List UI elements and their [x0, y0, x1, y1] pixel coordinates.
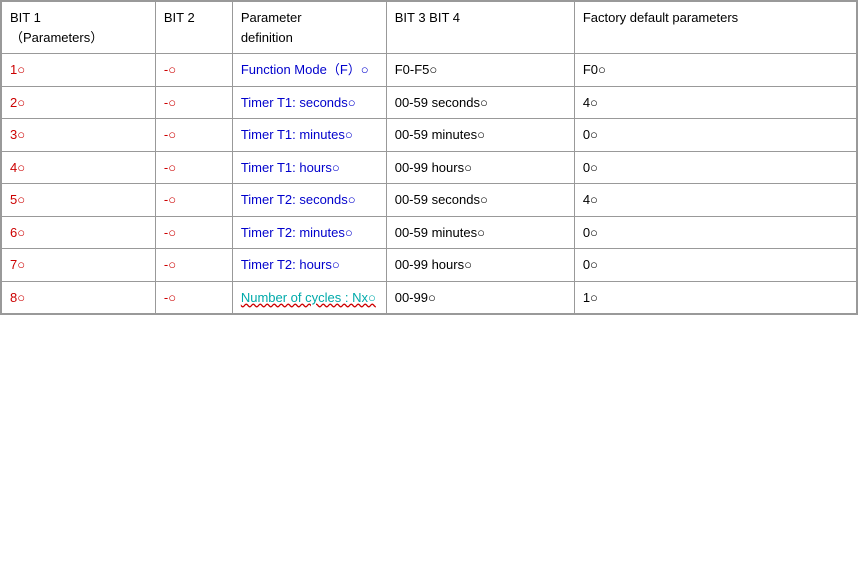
- table-row: 1○-○Function Mode（F）○F0-F5○F0○: [2, 54, 857, 87]
- header-bit2: BIT 2: [155, 2, 232, 54]
- cell-param: Timer T2: minutes○: [232, 216, 386, 249]
- table-row: 5○-○Timer T2: seconds○00-59 seconds○4○: [2, 184, 857, 217]
- cell-bit2: -○: [155, 86, 232, 119]
- cell-bit1: 5○: [2, 184, 156, 217]
- cell-bit1: 7○: [2, 249, 156, 282]
- cell-bit2: -○: [155, 119, 232, 152]
- cell-bit2: -○: [155, 151, 232, 184]
- header-bit1-text: BIT 1 （Parameters）: [10, 10, 103, 45]
- cell-factory: 1○: [574, 281, 856, 314]
- table-row: 4○-○Timer T1: hours○00-99 hours○0○: [2, 151, 857, 184]
- cell-bit2: -○: [155, 54, 232, 87]
- table-row: 8○-○Number of cycles : Nx○00-99○1○: [2, 281, 857, 314]
- table-row: 3○-○Timer T1: minutes○00-59 minutes○0○: [2, 119, 857, 152]
- cell-factory: F0○: [574, 54, 856, 87]
- header-factory: Factory default parameters: [574, 2, 856, 54]
- main-table-container: BIT 1 （Parameters） BIT 2 Parameter defin…: [0, 0, 858, 315]
- cell-bit2: -○: [155, 216, 232, 249]
- table-row: 2○-○Timer T1: seconds○00-59 seconds○4○: [2, 86, 857, 119]
- cell-bit1: 4○: [2, 151, 156, 184]
- cell-factory: 0○: [574, 119, 856, 152]
- cell-bit1: 1○: [2, 54, 156, 87]
- cell-bit34: 00-59 minutes○: [386, 119, 574, 152]
- cell-factory: 0○: [574, 216, 856, 249]
- table-header-row: BIT 1 （Parameters） BIT 2 Parameter defin…: [2, 2, 857, 54]
- cell-param: Timer T1: minutes○: [232, 119, 386, 152]
- cell-bit34: 00-99 hours○: [386, 151, 574, 184]
- cell-bit2: -○: [155, 249, 232, 282]
- cell-bit1: 6○: [2, 216, 156, 249]
- cell-factory: 0○: [574, 249, 856, 282]
- table-row: 7○-○Timer T2: hours○00-99 hours○0○: [2, 249, 857, 282]
- header-factory-text: Factory default parameters: [583, 10, 738, 25]
- cell-factory: 4○: [574, 184, 856, 217]
- header-bit34: BIT 3 BIT 4: [386, 2, 574, 54]
- cell-bit34: F0-F5○: [386, 54, 574, 87]
- header-param: Parameter definition: [232, 2, 386, 54]
- cell-bit2: -○: [155, 281, 232, 314]
- cell-bit34: 00-59 seconds○: [386, 86, 574, 119]
- cell-bit34: 00-59 minutes○: [386, 216, 574, 249]
- cell-param: Timer T2: seconds○: [232, 184, 386, 217]
- table-body: 1○-○Function Mode（F）○F0-F5○F0○2○-○Timer …: [2, 54, 857, 314]
- cell-bit34: 00-59 seconds○: [386, 184, 574, 217]
- cell-bit1: 3○: [2, 119, 156, 152]
- cell-bit34: 00-99○: [386, 281, 574, 314]
- cell-bit1: 8○: [2, 281, 156, 314]
- cell-factory: 0○: [574, 151, 856, 184]
- cell-param: Number of cycles : Nx○: [232, 281, 386, 314]
- cell-bit1: 2○: [2, 86, 156, 119]
- table-row: 6○-○Timer T2: minutes○00-59 minutes○0○: [2, 216, 857, 249]
- parameters-table: BIT 1 （Parameters） BIT 2 Parameter defin…: [1, 1, 857, 314]
- cell-bit2: -○: [155, 184, 232, 217]
- cell-factory: 4○: [574, 86, 856, 119]
- cell-bit34: 00-99 hours○: [386, 249, 574, 282]
- cell-param: Timer T1: hours○: [232, 151, 386, 184]
- cell-param: Function Mode（F）○: [232, 54, 386, 87]
- header-bit1: BIT 1 （Parameters）: [2, 2, 156, 54]
- header-bit34-text: BIT 3 BIT 4: [395, 10, 460, 25]
- header-param-text: Parameter definition: [241, 10, 302, 45]
- header-bit2-text: BIT 2: [164, 10, 195, 25]
- cell-param: Timer T1: seconds○: [232, 86, 386, 119]
- cell-param: Timer T2: hours○: [232, 249, 386, 282]
